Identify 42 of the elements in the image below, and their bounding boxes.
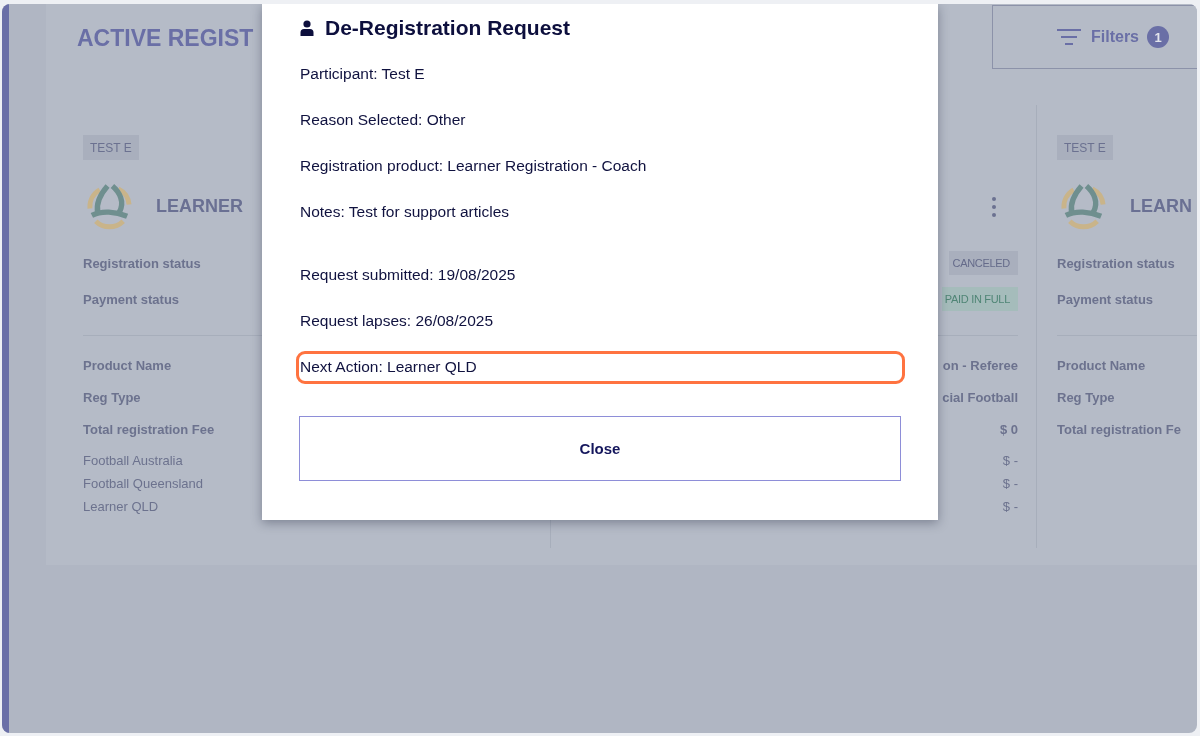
field-value: $ - (1002, 453, 1018, 468)
field-label: Payment status (83, 291, 180, 307)
logo-icon (1060, 183, 1107, 230)
detail-text: Reason Selected: Other (300, 111, 466, 129)
field-label: Learner QLD (83, 499, 159, 514)
person-icon (300, 19, 314, 36)
filters-button[interactable]: Filters 1 (992, 5, 1197, 69)
detail-text: Notes: Test for support articles (300, 203, 510, 221)
detail-text: Participant: Test E (300, 65, 425, 83)
field-value: $ 0 (999, 421, 1018, 437)
filter-icon (1057, 29, 1081, 45)
participant-tag: TEST E (83, 135, 139, 160)
logo-icon (86, 183, 133, 230)
field-label: Total registration Fe (1057, 421, 1181, 437)
count-badge: 1 (1147, 26, 1169, 48)
detail-text: Request lapses: 26/08/2025 (300, 312, 494, 330)
field-value: cial Football (942, 389, 1018, 405)
field-label: Payment status (1057, 291, 1154, 307)
field-label: Total registration Fee (83, 421, 215, 437)
more-options-icon[interactable] (992, 196, 996, 217)
detail-text: Next Action: Learner QLD (300, 358, 477, 376)
dialog-title: De-Registration Request (325, 15, 571, 40)
detail-text: Registration product: Learner Registration - Coach (300, 157, 647, 175)
field-label: Registration status (1057, 255, 1175, 271)
field-label: Reg Type (83, 389, 141, 405)
participant-tag: TEST E (1057, 135, 1113, 160)
field-label: Football Australia (83, 453, 183, 468)
field-value: $ - (1002, 499, 1018, 514)
field-label: Registration status (83, 255, 201, 271)
field-value: $ - (1002, 476, 1018, 491)
card-title: LEARNER (156, 196, 243, 217)
close-button[interactable]: Close (299, 416, 901, 481)
field-label: Football Queensland (83, 476, 203, 491)
field-label: Product Name (1057, 357, 1146, 373)
status-badge: PAID IN FULL (941, 287, 1018, 311)
page-title: ACTIVE REGIST (77, 24, 254, 53)
detail-text: Request submitted: 19/08/2025 (300, 266, 516, 284)
field-label: Product Name (83, 357, 172, 373)
field-value: on - Referee (942, 357, 1018, 373)
card-title: LEARN (1130, 196, 1192, 217)
status-badge: CANCELED (949, 251, 1018, 275)
field-label: Reg Type (1057, 389, 1115, 405)
